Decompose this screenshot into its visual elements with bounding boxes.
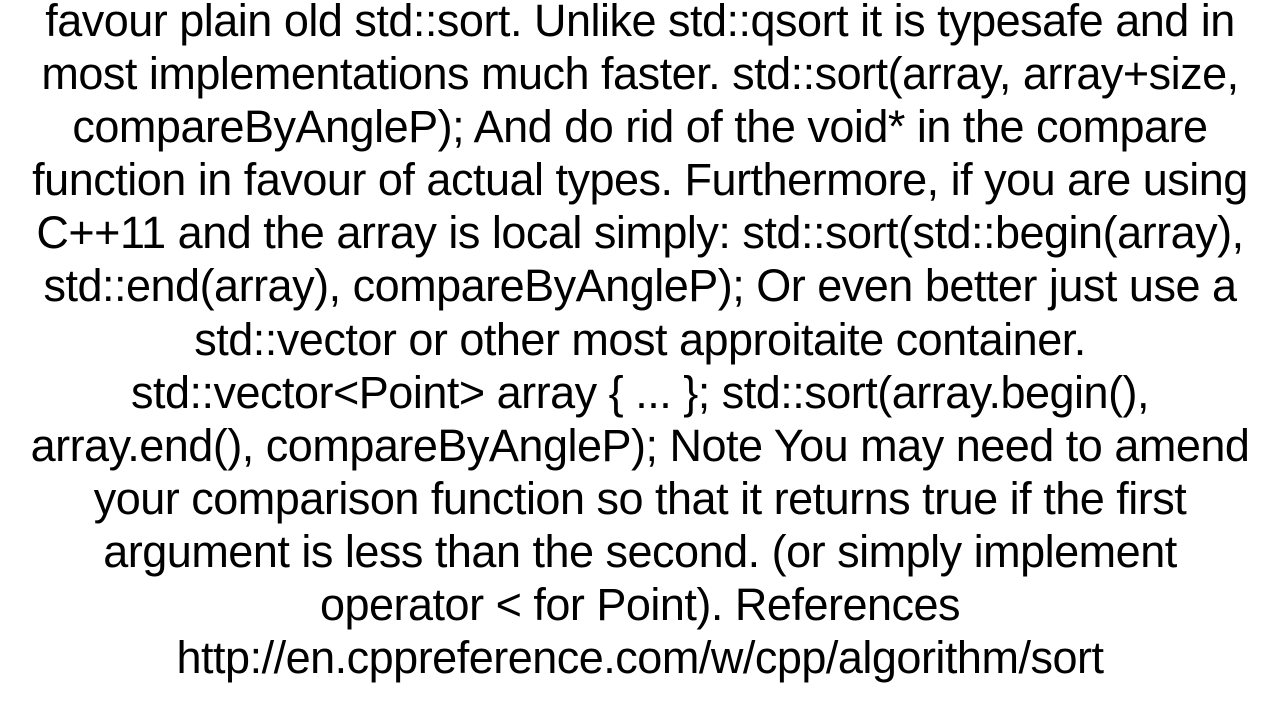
document-body: favour plain old std::sort. Unlike std::… [10, 0, 1270, 684]
body-text: favour plain old std::sort. Unlike std::… [31, 0, 1250, 683]
